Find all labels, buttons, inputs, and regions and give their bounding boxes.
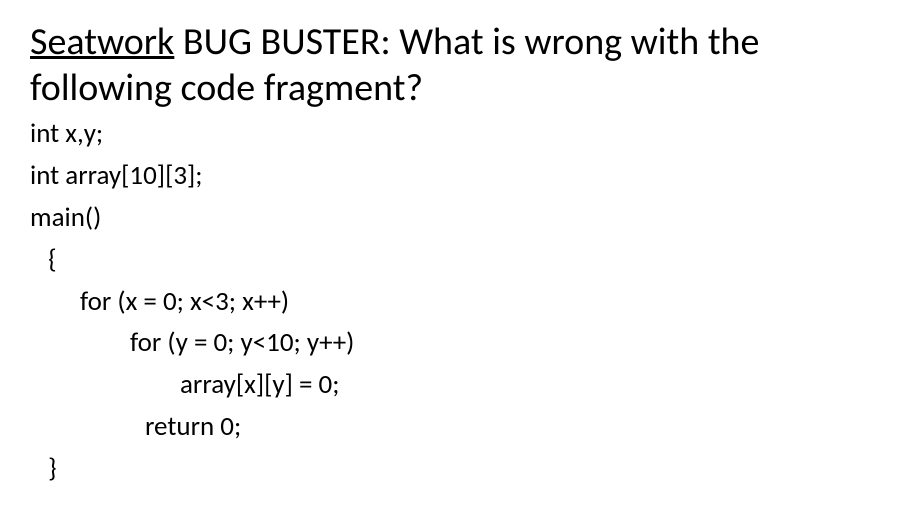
code-fragment: int x,y; int array[10][3]; main() { for …: [30, 113, 872, 490]
seatwork-heading: Seatwork BUG BUSTER: What is wrong with …: [30, 20, 872, 111]
code-line-4: {: [30, 239, 872, 281]
heading-underlined: Seatwork: [30, 19, 174, 65]
code-line-3: main(): [30, 197, 872, 239]
code-line-5: for (x = 0; x<3; x++): [30, 281, 872, 323]
code-line-2: int array[10][3];: [30, 155, 872, 197]
code-line-8: return 0;: [30, 406, 872, 448]
code-line-6: for (y = 0; y<10; y++): [30, 322, 872, 364]
code-line-7: array[x][y] = 0;: [30, 364, 872, 406]
code-line-9: }: [30, 448, 872, 490]
code-line-1: int x,y;: [30, 113, 872, 155]
